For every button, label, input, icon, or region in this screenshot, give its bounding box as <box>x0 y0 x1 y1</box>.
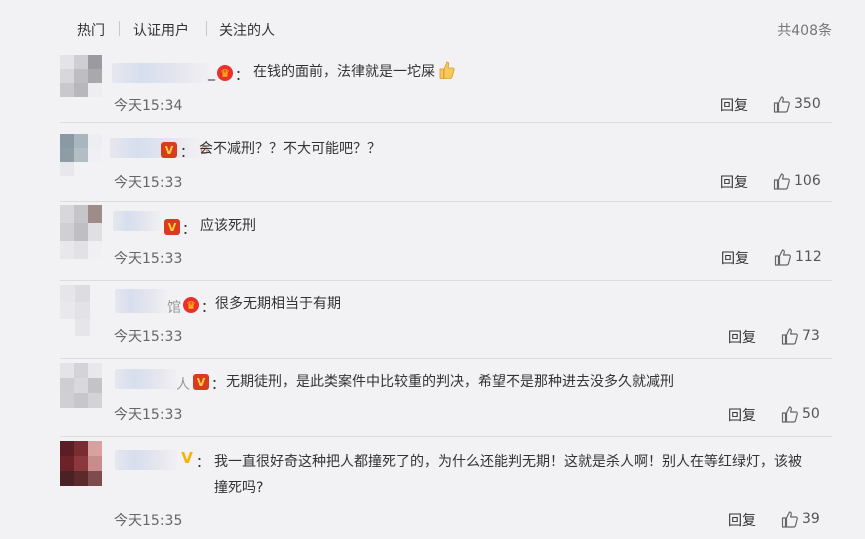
comment-time: 今天15:33 <box>114 175 183 191</box>
like-button[interactable]: 106 <box>773 172 821 190</box>
name-colon: ： <box>196 455 210 471</box>
like-count: 73 <box>802 328 820 344</box>
thumbs-up-emoji-icon <box>439 61 455 79</box>
thumbs-up-icon <box>781 405 799 423</box>
comment-time: 今天15:35 <box>114 513 183 529</box>
like-count: 50 <box>802 406 820 422</box>
thumbs-up-icon <box>781 327 799 345</box>
comment-item: V ： 应该死刑 今天15:33 回复 112 <box>60 205 832 281</box>
comment-item: o V ： 会不减刑？？不大可能吧？？ 今天15:33 回复 106 <box>60 134 832 202</box>
thumbs-up-icon <box>773 95 791 113</box>
comment-text: 我一直很好奇这种把人都撞死了的，为什么还能判无期！这就是杀人啊！别人在等红绿灯，… <box>214 454 802 496</box>
vip-v-icon: V <box>193 374 209 390</box>
comment-text: 在钱的面前，法律就是一坨屎 <box>253 59 455 85</box>
comment-item: 馆 ♛ ： 很多无期相当于有期 今天15:33 回复 73 <box>60 285 832 359</box>
like-button[interactable]: 73 <box>781 327 820 345</box>
name-colon: ： <box>211 377 225 393</box>
tab-following[interactable]: 关注的人 <box>219 20 275 40</box>
tab-hot[interactable]: 热门 <box>77 20 105 40</box>
reply-button[interactable]: 回复 <box>728 327 756 347</box>
avatar[interactable] <box>60 134 102 176</box>
comment-item: _ ♛ ： 在钱的面前，法律就是一坨屎 今天15:34 回复 350 <box>60 55 832 123</box>
comment-item: 人 V ： 无期徒刑，是此类案件中比较重的判决，希望不是那种进去没多久就减刑 今… <box>60 363 832 437</box>
username-blurred[interactable] <box>115 450 177 470</box>
username-tail[interactable]: _ <box>208 65 215 81</box>
reply-button[interactable]: 回复 <box>720 95 748 115</box>
comment-time: 今天15:33 <box>114 329 183 345</box>
tab-verified-users[interactable]: 认证用户 <box>133 20 189 40</box>
name-colon: ： <box>235 68 249 84</box>
username-blurred[interactable] <box>113 211 161 231</box>
thumbs-up-icon <box>773 172 791 190</box>
like-button[interactable]: 50 <box>781 405 820 423</box>
comment-text: 会不减刑？？不大可能吧？？ <box>199 141 381 157</box>
comment-divider <box>60 122 832 123</box>
like-count: 39 <box>802 511 820 527</box>
comment-divider <box>60 201 832 202</box>
name-colon: ： <box>180 145 194 161</box>
like-count: 350 <box>794 96 821 112</box>
avatar[interactable] <box>60 285 106 337</box>
comment-item: V ： 我一直很好奇这种把人都撞死了的，为什么还能判无期！这就是杀人啊！别人在等… <box>60 441 832 539</box>
name-colon: ： <box>182 222 196 238</box>
thumbs-up-icon <box>774 248 792 266</box>
like-button[interactable]: 350 <box>773 95 821 113</box>
verified-v-icon: V <box>181 449 193 467</box>
reply-button[interactable]: 回复 <box>728 510 756 530</box>
crown-icon: ♛ <box>217 65 233 81</box>
reply-button[interactable]: 回复 <box>720 172 748 192</box>
avatar[interactable] <box>60 205 104 259</box>
username-blurred[interactable] <box>112 63 210 83</box>
comment-divider <box>60 280 832 281</box>
comment-filter-tabs: 热门 认证用户 关注的人 共408条 <box>0 0 865 50</box>
like-button[interactable]: 39 <box>781 510 820 528</box>
comment-time: 今天15:34 <box>114 98 183 114</box>
comment-divider <box>60 358 832 359</box>
tab-divider <box>206 21 207 36</box>
comment-time: 今天15:33 <box>114 251 183 267</box>
like-count: 106 <box>794 173 821 189</box>
thumbs-up-icon <box>781 510 799 528</box>
tab-divider <box>119 21 120 36</box>
crown-icon: ♛ <box>183 297 199 313</box>
username-blurred[interactable] <box>115 289 167 313</box>
vip-v-icon: V <box>164 219 180 235</box>
like-button[interactable]: 112 <box>774 248 822 266</box>
comment-text: 无期徒刑，是此类案件中比较重的判决，希望不是那种进去没多久就减刑 <box>226 374 674 390</box>
username-blurred[interactable] <box>115 369 177 389</box>
reply-button[interactable]: 回复 <box>728 405 756 425</box>
like-count: 112 <box>795 249 822 265</box>
comment-text: 很多无期相当于有期 <box>215 296 341 312</box>
avatar[interactable] <box>60 55 102 97</box>
comment-divider <box>60 436 832 437</box>
avatar[interactable] <box>60 441 104 486</box>
comment-time: 今天15:33 <box>114 407 183 423</box>
comment-text: 应该死刑 <box>200 218 256 234</box>
username-tail[interactable]: 馆 <box>167 297 181 317</box>
vip-v-icon: V <box>161 142 177 158</box>
username-tail[interactable]: 人 <box>176 374 190 394</box>
reply-button[interactable]: 回复 <box>721 248 749 268</box>
avatar[interactable] <box>60 363 104 408</box>
name-colon: ： <box>201 300 215 316</box>
total-comment-count: 共408条 <box>777 23 832 39</box>
